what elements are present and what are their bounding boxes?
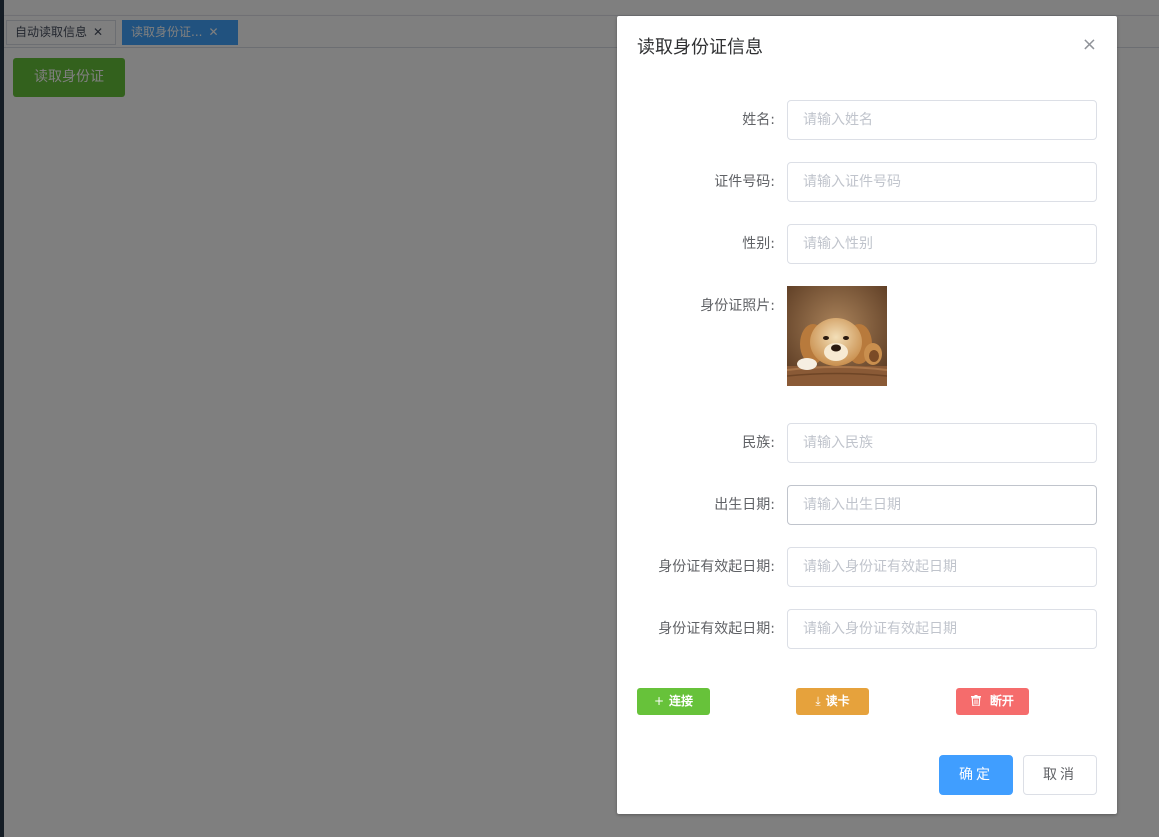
name-label: 姓名: [742,112,775,128]
connect-button[interactable]: + 连接 [637,688,710,715]
valid-from-2-label: 身份证有效起日期: [658,621,775,637]
read-id-dialog: 读取身份证信息 × 姓名: 证件号码: 性别: 身份证照片: [617,16,1117,814]
valid-from-label: 身份证有效起日期: [658,559,775,575]
gender-label: 性别: [742,236,775,252]
ethnicity-label: 民族: [742,435,775,451]
form-row-id-number: 证件号码: [617,162,1117,202]
ok-button[interactable]: 确定 [939,755,1013,795]
form-row-birth-date: 出生日期: [617,485,1117,525]
download-icon: ⤓ [815,694,821,708]
plus-icon: + [653,694,665,708]
puppy-photo [787,286,887,386]
read-card-label: 读卡 [825,694,850,708]
valid-from-input[interactable] [787,547,1097,587]
connect-label: 连接 [669,694,694,708]
form-row-name: 姓名: [617,100,1117,140]
birth-date-input[interactable] [787,485,1097,525]
disconnect-label: 断开 [989,694,1014,708]
birth-date-label: 出生日期: [714,497,775,513]
id-card-photo [787,286,887,386]
form-row-ethnicity: 民族: [617,423,1117,463]
name-input[interactable] [787,100,1097,140]
form-row-gender: 性别: [617,224,1117,264]
form-row-valid-from: 身份证有效起日期: [617,547,1117,587]
id-number-label: 证件号码: [714,174,775,190]
form-row-valid-from-2: 身份证有效起日期: [617,609,1117,649]
trash-icon [971,694,985,708]
close-icon[interactable]: × [1082,35,1097,55]
valid-from-2-input[interactable] [787,609,1097,649]
gender-input[interactable] [787,224,1097,264]
id-number-input[interactable] [787,162,1097,202]
ethnicity-input[interactable] [787,423,1097,463]
disconnect-button[interactable]: 断开 [956,688,1029,715]
cancel-button[interactable]: 取消 [1023,755,1097,795]
read-card-button[interactable]: ⤓ 读卡 [796,688,869,715]
dialog-title: 读取身份证信息 [637,37,763,58]
photo-label: 身份证照片: [700,298,775,314]
